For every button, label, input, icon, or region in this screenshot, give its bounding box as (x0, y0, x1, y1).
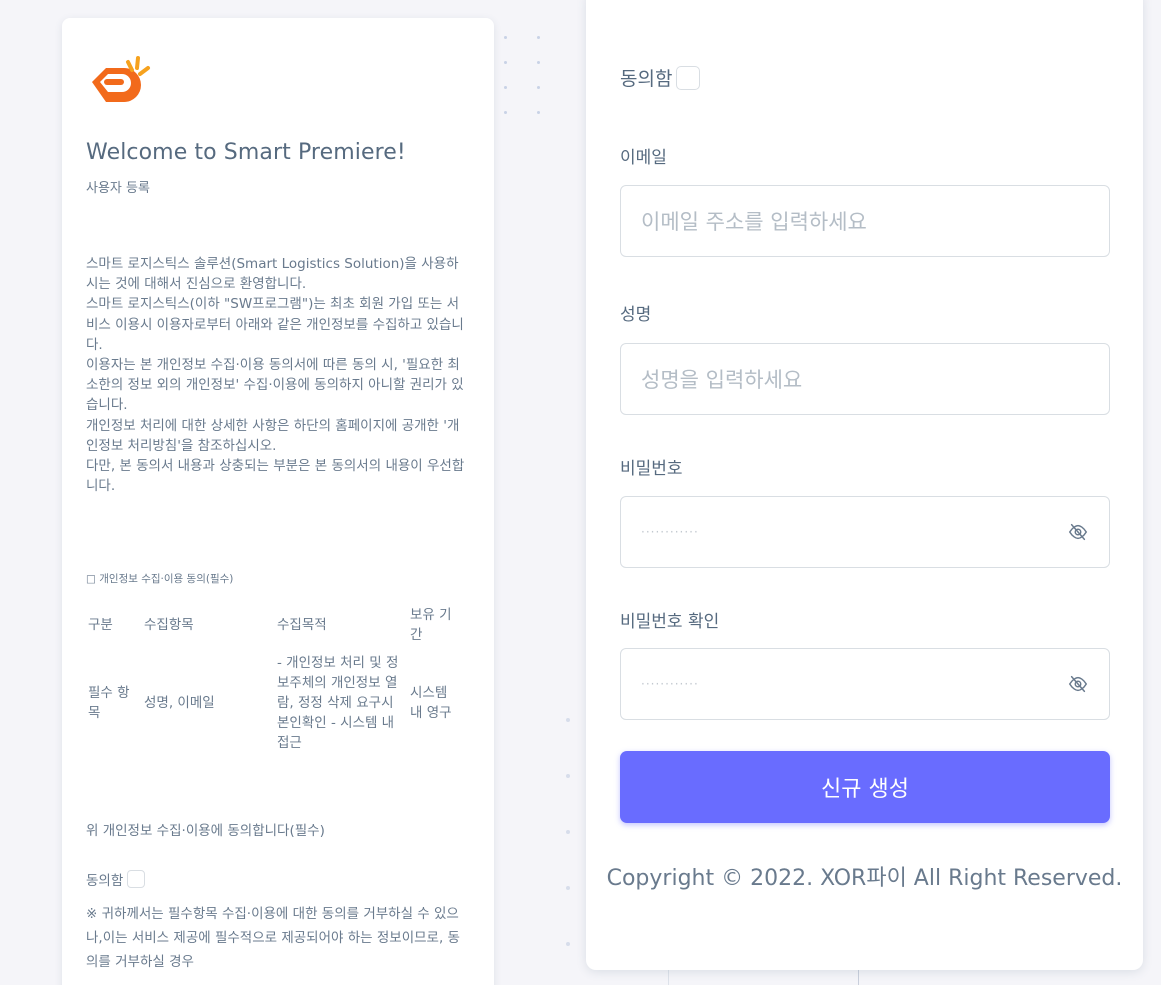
table-header: 수집항목 (144, 617, 194, 633)
agree-row: 동의함 (86, 869, 146, 889)
agree-note: 위 개인정보 수집·이용에 동의합니다(필수) (86, 823, 325, 839)
register-form-card: 동의함 이메일 이메일 주소를 입력하세요 성명 성명을 입력하세요 비밀번호 … (586, 0, 1143, 970)
table-cell: 필수 항목 (88, 685, 130, 721)
create-account-button[interactable]: 신규 생성 (620, 751, 1110, 823)
terms-paragraph: 스마트 로지스틱스(이하 "SW프로그램")는 최초 회원 가입 또는 서비스 … (86, 296, 464, 353)
name-field[interactable]: 성명을 입력하세요 (620, 343, 1110, 415)
terms-paragraph: 스마트 로지스틱스 솔루션(Smart Logistics Solution)을… (86, 256, 459, 293)
password-confirm-label: 비밀번호 확인 (620, 612, 720, 632)
email-label: 이메일 (620, 148, 667, 168)
page-subtitle: 사용자 등록 (86, 181, 150, 196)
table-cell: - 개인정보 처리 및 정보주체의 개인정보 열람, 정정 삭제 요구시 본인확… (277, 655, 399, 751)
terms-card: Welcome to Smart Premiere! 사용자 등록 스마트 로지… (62, 18, 494, 985)
password-value: ············ (641, 525, 699, 539)
eye-off-icon[interactable] (1067, 673, 1089, 695)
eye-off-icon[interactable] (1067, 521, 1089, 543)
dot-pattern-side (566, 718, 570, 946)
password-field[interactable]: ············ (620, 496, 1110, 568)
name-label: 성명 (620, 305, 652, 325)
copyright-text: Copyright © 2022. XOR파이 All Right Reserv… (606, 866, 1123, 891)
email-field[interactable]: 이메일 주소를 입력하세요 (620, 185, 1110, 257)
welcome-title: Welcome to Smart Premiere! (86, 140, 406, 165)
terms-paragraph: 이용자는 본 개인정보 수집·이용 동의서에 따른 동의 시, '필요한 최소한… (86, 357, 464, 414)
terms-text: 스마트 로지스틱스 솔루션(Smart Logistics Solution)을… (86, 254, 470, 496)
table-header: 구분 (88, 617, 113, 633)
password-confirm-field[interactable]: ············ (620, 648, 1110, 720)
table-header: 수집목적 (277, 617, 327, 633)
table-cell: 성명, 이메일 (144, 695, 215, 711)
brand-logo-icon (92, 56, 150, 102)
agree-checkbox[interactable] (676, 65, 701, 90)
consent-title: □ 개인정보 수집·이용 동의(필수) (86, 573, 234, 585)
table-row: 필수 항목 성명, 이메일 - 개인정보 처리 및 정보주체의 개인정보 열람,… (84, 649, 466, 757)
name-placeholder: 성명을 입력하세요 (641, 368, 803, 392)
notice-text: ※ 귀하께서는 필수항목 수집·이용에 대한 동의를 거부하실 수 있으나,이는… (86, 906, 460, 970)
terms-paragraph: 다만, 본 동의서 내용과 상충되는 부분은 본 동의서의 내용이 우선합니다. (86, 458, 465, 495)
table-cell: 시스템 내 영구 (410, 685, 452, 721)
table-header-row: 구분 수집항목 수집목적 보유 기간 (84, 601, 466, 649)
consent-table: 구분 수집항목 수집목적 보유 기간 필수 항목 성명, 이메일 - 개인정보 … (84, 601, 466, 757)
agree-label: 동의함 (86, 873, 124, 889)
email-placeholder: 이메일 주소를 입력하세요 (641, 210, 867, 234)
table-header: 보유 기간 (410, 607, 452, 643)
password-confirm-value: ············ (641, 677, 699, 691)
dot-pattern-top (504, 36, 540, 114)
password-label: 비밀번호 (620, 459, 683, 479)
agree-label: 동의함 (620, 68, 673, 90)
agree-checkbox[interactable] (127, 870, 146, 888)
agree-row: 동의함 (620, 64, 701, 91)
terms-paragraph: 개인정보 처리에 대한 상세한 사항은 하단의 홈페이지에 공개한 '개인정보 … (86, 417, 460, 454)
